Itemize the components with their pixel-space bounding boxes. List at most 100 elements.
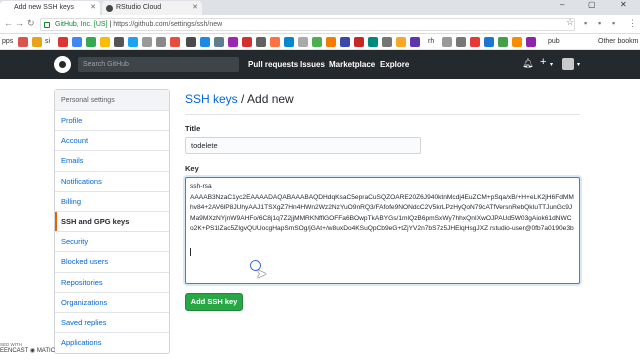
title-label: Title (185, 124, 201, 133)
nav-issues[interactable]: Issues (300, 57, 325, 72)
bookmark-icon[interactable] (170, 37, 180, 47)
sidebar-item-billing[interactable]: Billing (55, 192, 169, 212)
bookmark-apps[interactable]: pps (2, 38, 13, 45)
search-input[interactable]: Search GitHub (78, 57, 239, 72)
sidebar-item-applications[interactable]: Applications (55, 333, 169, 353)
notification-bell-icon[interactable]: 🔔︎ (522, 58, 533, 69)
address-bar: ← → ↻ GitHub, Inc. [US] | https://github… (0, 15, 640, 34)
screencast-watermark: SED WITH EENCAST ◉ MATIC (0, 342, 56, 354)
ssh-keys-link[interactable]: SSH keys (185, 92, 238, 106)
extension-icon[interactable]: ▪ (584, 18, 587, 28)
chevron-down-icon: ▾ (550, 62, 554, 68)
tab-add-new-ssh-keys[interactable]: Add new SSH keys ✕ (0, 1, 100, 15)
sidebar-item-emails[interactable]: Emails (55, 151, 169, 172)
forward-icon[interactable]: → (15, 18, 24, 28)
sidebar-heading: Personal settings (55, 90, 169, 111)
extension-icon[interactable]: ▪ (598, 18, 601, 28)
bookmark-icon[interactable] (442, 37, 452, 47)
back-icon[interactable]: ← (4, 18, 13, 28)
github-logo-icon[interactable] (54, 56, 71, 73)
page-title: SSH keys / Add new (185, 92, 294, 106)
bookmark-other[interactable]: Other bookm (598, 38, 638, 45)
bookmark-pub[interactable]: pub (548, 38, 560, 45)
tab-label: Add new SSH keys (14, 4, 74, 11)
bookmark-icon[interactable] (100, 37, 110, 47)
bookmark-icon[interactable] (256, 37, 266, 47)
reload-icon[interactable]: ↻ (27, 18, 35, 29)
tab-label: RStudio Cloud (116, 4, 162, 11)
bookmark-icon[interactable] (270, 37, 280, 47)
chevron-down-icon: ▾ (577, 62, 581, 68)
sidebar-item-saved-replies[interactable]: Saved replies (55, 313, 169, 334)
bookmarks-bar: pps si rh pub Other bookm (0, 34, 640, 50)
bookmark-icon[interactable] (354, 37, 364, 47)
bookmark-icon[interactable] (498, 37, 508, 47)
sidebar-item-account[interactable]: Account (55, 131, 169, 152)
add-ssh-key-button[interactable]: Add SSH key (185, 293, 243, 311)
text-caret (190, 248, 191, 256)
bookmark-icon[interactable] (284, 37, 294, 47)
menu-icon[interactable]: ⋮ (628, 18, 637, 29)
bookmark-icon[interactable] (18, 37, 28, 47)
new-plus-icon[interactable]: + (540, 56, 546, 68)
bookmark-icon[interactable] (340, 37, 350, 47)
minimize-icon[interactable]: – (560, 0, 564, 9)
bookmark-icon[interactable] (114, 37, 124, 47)
bookmark-icon[interactable] (72, 37, 82, 47)
sidebar-item-blocked-users[interactable]: Blocked users (55, 252, 169, 273)
watermark-brand2: MATIC (36, 348, 56, 354)
site-identity[interactable]: GitHub, Inc. [US] (55, 21, 108, 28)
watermark-brand: EENCAST (0, 348, 29, 354)
bookmark-icon[interactable] (228, 37, 238, 47)
bookmark-icon[interactable] (186, 37, 196, 47)
bookmark-icon[interactable] (156, 37, 166, 47)
bookmark-rh[interactable]: rh (428, 38, 434, 45)
sidebar-item-ssh-gpg-keys[interactable]: SSH and GPG keys (55, 211, 169, 233)
tab-rstudio-cloud[interactable]: RStudio Cloud ✕ (102, 1, 202, 15)
bookmark-icon[interactable] (396, 37, 406, 47)
close-window-icon[interactable]: ✕ (620, 0, 627, 9)
title-divider (185, 114, 580, 115)
avatar[interactable] (562, 58, 574, 70)
url-text: https://github.com/settings/ssh/new (113, 21, 223, 28)
title-input[interactable]: todelete (185, 137, 421, 154)
bookmark-icon[interactable] (214, 37, 224, 47)
key-textarea[interactable]: ssh-rsa AAAAB3NzaC1yc2EAAAADAQABAAABAQDH… (185, 177, 580, 284)
sidebar-item-security[interactable]: Security (55, 232, 169, 253)
bookmark-icon[interactable] (326, 37, 336, 47)
nav-marketplace[interactable]: Marketplace (329, 57, 375, 72)
bookmark-icon[interactable] (298, 37, 308, 47)
url-input[interactable]: GitHub, Inc. [US] | https://github.com/s… (40, 18, 575, 31)
bookmark-icon[interactable] (410, 37, 420, 47)
extension-icon[interactable]: ▪ (612, 18, 615, 28)
bookmark-icon[interactable] (312, 37, 322, 47)
page-title-rest: / Add new (237, 92, 294, 106)
bookmark-icon[interactable] (368, 37, 378, 47)
bookmark-icon[interactable] (470, 37, 480, 47)
key-label: Key (185, 164, 199, 173)
sidebar-item-profile[interactable]: Profile (55, 111, 169, 132)
sidebar-item-notifications[interactable]: Notifications (55, 172, 169, 192)
bookmark-icon[interactable] (512, 37, 522, 47)
close-tab-icon[interactable]: ✕ (90, 1, 96, 15)
bookmark-icon[interactable] (128, 37, 138, 47)
bookmark-icon[interactable] (382, 37, 392, 47)
nav-explore[interactable]: Explore (380, 57, 409, 72)
bookmark-icon[interactable] (32, 37, 42, 47)
bookmark-si[interactable]: si (45, 38, 50, 45)
bookmark-icon[interactable] (142, 37, 152, 47)
bookmark-icon[interactable] (242, 37, 252, 47)
bookmark-icon[interactable] (456, 37, 466, 47)
bookmark-icon[interactable] (58, 37, 68, 47)
bookmark-icon[interactable] (484, 37, 494, 47)
settings-sidebar: Personal settings Profile Account Emails… (54, 89, 170, 355)
bookmark-icon[interactable] (86, 37, 96, 47)
bookmark-star-icon[interactable]: ☆ (566, 17, 574, 28)
bookmark-icon[interactable] (526, 37, 536, 47)
close-tab-icon[interactable]: ✕ (192, 1, 198, 15)
sidebar-item-repositories[interactable]: Repositories (55, 273, 169, 293)
bookmark-icon[interactable] (200, 37, 210, 47)
nav-pull-requests[interactable]: Pull requests (248, 57, 298, 72)
maximize-icon[interactable]: ▢ (588, 0, 596, 9)
sidebar-item-organizations[interactable]: Organizations (55, 293, 169, 313)
